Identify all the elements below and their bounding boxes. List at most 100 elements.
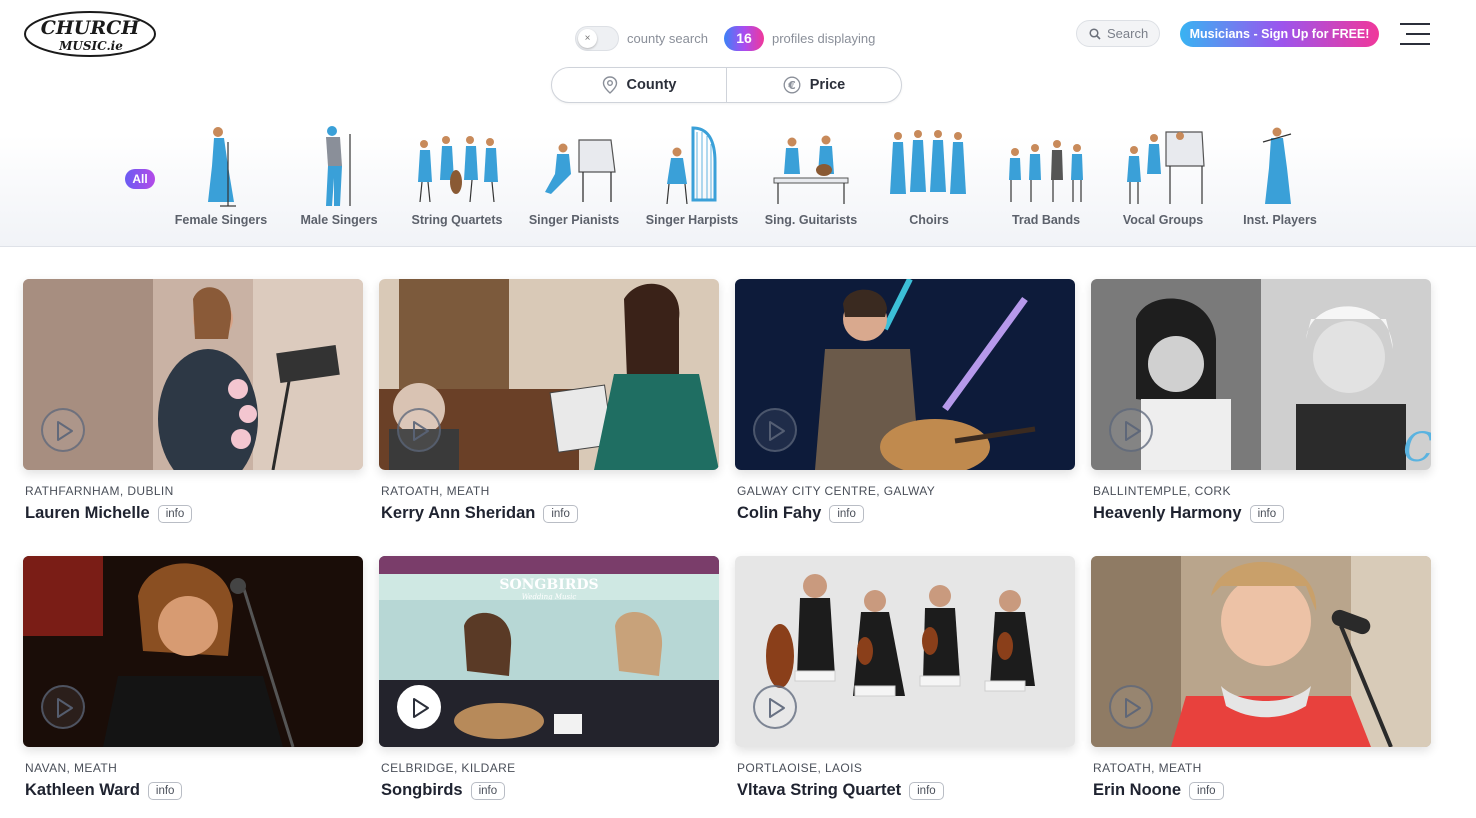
menu-icon[interactable] (1400, 23, 1430, 45)
profile-card[interactable]: GALWAY CITY CENTRE, GALWAY Colin Fahy inf… (735, 279, 1075, 523)
county-filter-button[interactable]: County (552, 68, 726, 102)
info-button[interactable]: info (157, 504, 193, 523)
play-icon (769, 698, 785, 718)
search-label: Search (1107, 26, 1149, 41)
profile-location: PORTLAOISE, LAOIS (737, 761, 863, 775)
profile-location: RATOATH, MEATH (1093, 761, 1202, 775)
profile-thumbnail[interactable]: SONGBIRDS Wedding Music (379, 556, 719, 747)
category-vocal-groups[interactable]: Vocal Groups (1104, 122, 1222, 232)
profile-name[interactable]: Songbirds (381, 781, 463, 800)
male-singer-icon (326, 126, 351, 206)
category-male-singers[interactable]: Male Singers (280, 122, 398, 232)
profile-thumbnail[interactable] (735, 279, 1075, 470)
profile-thumbnail[interactable]: C (1091, 279, 1431, 470)
vocal-group-icon (1127, 131, 1205, 204)
profile-count-badge: 16 (724, 26, 764, 51)
svg-text:C: C (1403, 425, 1431, 470)
info-button[interactable]: info (909, 781, 944, 800)
profile-location: RATHFARNHAM, DUBLIN (25, 484, 174, 498)
profile-name[interactable]: Erin Noone (1093, 781, 1181, 800)
category-label: Choirs (909, 213, 949, 227)
info-button[interactable]: info (470, 781, 506, 800)
county-search-toggle[interactable]: × (575, 26, 619, 51)
profile-card[interactable]: PORTLAOISE, LAOIS Vltava String Quartet i… (735, 556, 1075, 800)
county-search-label: county search (627, 31, 708, 46)
profile-thumbnail[interactable] (379, 279, 719, 470)
profile-thumbnail[interactable] (23, 279, 363, 470)
profile-thumbnail[interactable] (1091, 556, 1431, 747)
profile-card[interactable]: NAVAN, MEATH Kathleen Ward info (23, 556, 363, 800)
profile-name[interactable]: Kerry Ann Sheridan (381, 504, 535, 523)
category-female-singers[interactable]: Female Singers (162, 122, 280, 232)
play-icon (57, 421, 73, 441)
play-button[interactable] (397, 685, 441, 729)
choir-icon (890, 130, 966, 194)
category-label: Female Singers (174, 213, 268, 227)
svg-text:MUSIC.ie: MUSIC.ie (58, 39, 123, 53)
category-all-button[interactable]: All (125, 169, 155, 189)
profile-card[interactable]: RATOATH, MEATH Erin Noone info (1091, 556, 1431, 800)
category-choirs[interactable]: Choirs (870, 122, 988, 232)
info-button[interactable]: info (1189, 781, 1224, 800)
profile-name[interactable]: Kathleen Ward (25, 781, 140, 800)
map-pin-icon (602, 76, 617, 94)
play-icon (769, 421, 785, 441)
singer-pianist-icon (545, 139, 616, 202)
svg-text:€: € (787, 79, 796, 92)
church-music-logo[interactable]: CHURCH MUSIC.ie (23, 10, 157, 58)
play-button[interactable] (397, 408, 441, 452)
category-singer-harpists[interactable]: Singer Harpists (633, 122, 751, 232)
play-icon (57, 698, 73, 718)
euro-icon: € (783, 76, 801, 94)
play-button[interactable] (41, 408, 85, 452)
profile-name[interactable]: Colin Fahy (737, 504, 821, 523)
play-icon (1125, 698, 1141, 718)
profile-name[interactable]: Heavenly Harmony (1093, 504, 1242, 523)
profile-name[interactable]: Vltava String Quartet (737, 781, 901, 800)
play-button[interactable] (753, 408, 797, 452)
profiles-displaying-label: profiles displaying (772, 31, 876, 46)
category-trad-bands[interactable]: Trad Bands (987, 122, 1105, 232)
singer-harpist-icon (666, 126, 717, 205)
profile-card[interactable]: RATOATH, MEATH Kerry Ann Sheridan info (379, 279, 719, 523)
profile-location: GALWAY CITY CENTRE, GALWAY (737, 484, 936, 498)
category-label: Male Singers (300, 213, 378, 227)
category-label: Sing. Guitarists (764, 213, 858, 227)
profile-thumbnail[interactable] (735, 556, 1075, 747)
info-button[interactable]: info (543, 504, 578, 523)
songbirds-overlay-title: SONGBIRDS (499, 577, 598, 593)
category-label: String Quartets (411, 213, 503, 227)
play-button[interactable] (1109, 408, 1153, 452)
profile-card[interactable]: SONGBIRDS Wedding Music CELBRIDGE, KILDA… (379, 556, 719, 800)
category-instrument-players[interactable]: Inst. Players (1221, 122, 1339, 232)
singer-guitarist-icon (773, 135, 849, 204)
info-button[interactable]: info (147, 781, 183, 800)
info-button[interactable]: info (829, 504, 864, 523)
county-search-toggle-group: × county search (575, 26, 708, 51)
string-quartet-icon (418, 136, 498, 203)
category-label: Vocal Groups (1122, 213, 1204, 227)
close-icon: × (578, 29, 597, 48)
category-singer-pianists[interactable]: Singer Pianists (515, 122, 633, 232)
play-button[interactable] (1109, 685, 1153, 729)
category-singer-guitarists[interactable]: Sing. Guitarists (752, 122, 870, 232)
songbirds-overlay-subtitle: Wedding Music (522, 593, 577, 601)
category-label: Inst. Players (1243, 213, 1317, 227)
search-button[interactable]: Search (1076, 20, 1160, 47)
play-button[interactable] (753, 685, 797, 729)
search-icon (1089, 27, 1101, 40)
profile-card[interactable]: RATHFARNHAM, DUBLIN Lauren Michelle info (23, 279, 363, 523)
musicians-signup-button[interactable]: Musicians - Sign Up for FREE! (1180, 21, 1379, 47)
category-string-quartets[interactable]: String Quartets (398, 122, 516, 232)
profile-thumbnail[interactable] (23, 556, 363, 747)
profile-location: RATOATH, MEATH (381, 484, 490, 498)
instrument-player-icon (1262, 127, 1292, 204)
price-filter-label: Price (809, 77, 846, 93)
trad-band-icon (1009, 140, 1083, 202)
play-button[interactable] (41, 685, 85, 729)
info-button[interactable]: info (1249, 504, 1285, 523)
profile-card[interactable]: C BALLINTEMPLE, CORK Heavenly Harmony inf… (1091, 279, 1431, 523)
price-filter-button[interactable]: € Price (726, 68, 901, 102)
play-icon (413, 698, 429, 718)
profile-name[interactable]: Lauren Michelle (25, 504, 150, 523)
